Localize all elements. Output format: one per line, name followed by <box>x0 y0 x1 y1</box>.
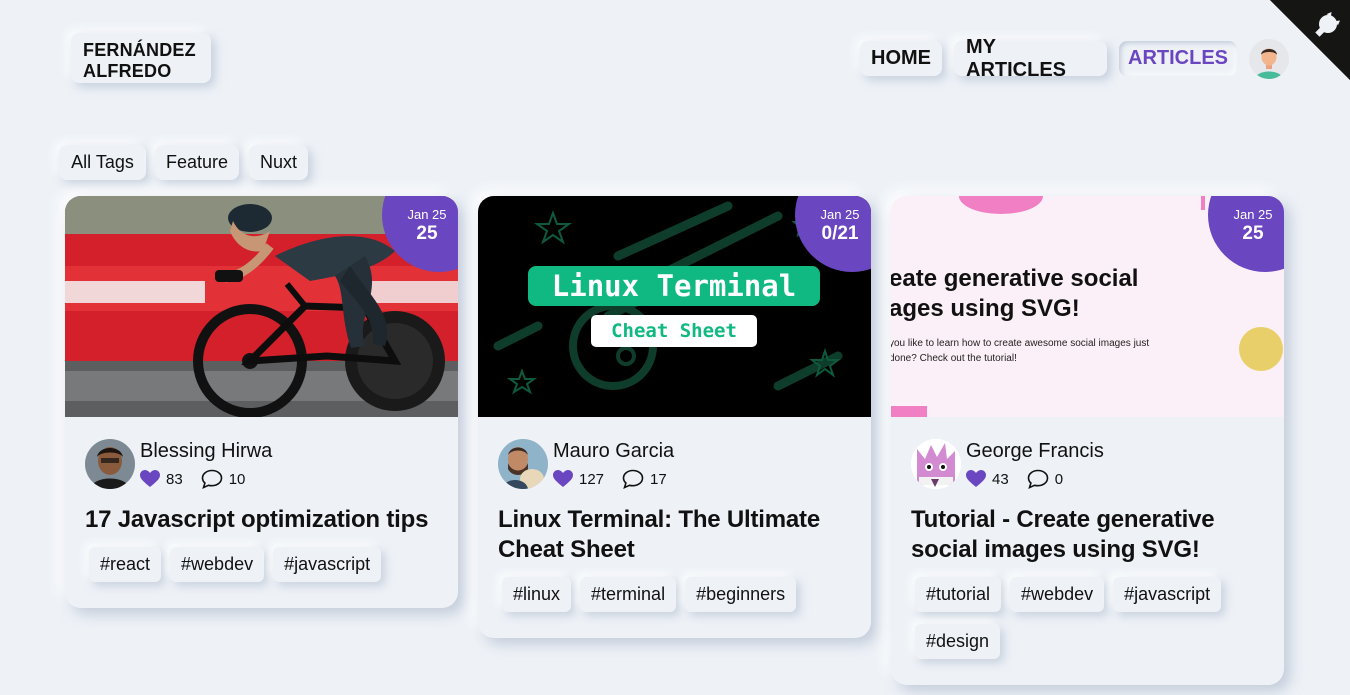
author-name[interactable]: Mauro Garcia <box>553 440 685 463</box>
comment-icon[interactable] <box>622 469 644 489</box>
article-title[interactable]: 17 Javascript optimization tips <box>85 505 438 535</box>
likes-count: 127 <box>579 470 605 488</box>
date-month: Jan 25 <box>820 207 860 222</box>
cover-title-line-2: ages using SVG! <box>891 295 1080 322</box>
article-title[interactable]: Tutorial - Create generative social imag… <box>911 505 1264 565</box>
article-tag[interactable]: #linux <box>502 577 572 612</box>
comments-count: 17 <box>650 470 667 488</box>
nav-articles[interactable]: ARTICLES <box>1119 41 1237 76</box>
likes-count: 43 <box>992 470 1009 488</box>
comment-icon[interactable] <box>201 469 223 489</box>
nav-my-articles[interactable]: MY ARTICLES <box>954 36 1107 81</box>
comments-count: 0 <box>1054 470 1064 488</box>
author-avatar[interactable] <box>498 439 548 489</box>
cover-text-line-1: you like to learn how to create awesome … <box>891 338 1150 349</box>
filter-nuxt[interactable]: Nuxt <box>249 145 308 180</box>
nav-home[interactable]: HOME <box>860 41 942 76</box>
comment-icon[interactable] <box>1027 469 1049 489</box>
date-day: 25 <box>1242 223 1264 244</box>
article-tag[interactable]: #webdev <box>1010 577 1105 612</box>
date-day: 25 <box>416 223 438 244</box>
article-tag[interactable]: #terminal <box>580 577 677 612</box>
cover-text-line-2: done? Check out the tutorial! <box>891 353 1017 364</box>
logo-line-1: FERNÁNDEZ <box>83 40 196 60</box>
heart-icon[interactable] <box>553 470 573 488</box>
site-logo[interactable]: FERNÁNDEZ ALFREDO <box>71 33 211 83</box>
author-photo <box>911 439 961 489</box>
date-day: 0/21 <box>821 223 859 244</box>
github-corner-link[interactable] <box>1270 0 1350 80</box>
author-photo <box>85 439 135 489</box>
author-photo <box>498 439 548 489</box>
article-card[interactable]: eate generative social ages using SVG! y… <box>891 196 1284 685</box>
article-tag[interactable]: #beginners <box>685 577 797 612</box>
cover-text: you like to learn how to create awesome … <box>891 336 1149 366</box>
article-cover-image[interactable]: eate generative social ages using SVG! y… <box>891 196 1284 417</box>
cover-subtitle: Cheat Sheet <box>611 320 737 342</box>
article-tag[interactable]: #tutorial <box>915 577 1002 612</box>
likes-count: 83 <box>166 470 183 488</box>
article-card[interactable]: Jan 25 25 Blessing Hirwa 83 10 17 Javasc… <box>65 196 458 608</box>
article-card[interactable]: Linux Terminal Cheat Sheet Jan 25 0/21 M… <box>478 196 871 638</box>
filter-all-tags[interactable]: All Tags <box>59 145 146 180</box>
date-month: Jan 25 <box>1233 207 1273 222</box>
author-name[interactable]: George Francis <box>966 440 1104 463</box>
article-tag[interactable]: #react <box>89 547 162 582</box>
cover-title: Linux Terminal <box>551 269 797 303</box>
logo-line-2: ALFREDO <box>83 61 172 81</box>
author-name[interactable]: Blessing Hirwa <box>140 440 272 463</box>
heart-icon[interactable] <box>966 470 986 488</box>
comments-count: 10 <box>228 470 246 488</box>
github-icon <box>1270 0 1350 80</box>
article-tag[interactable]: #webdev <box>170 547 265 582</box>
filter-feature[interactable]: Feature <box>155 145 239 180</box>
article-tag[interactable]: #design <box>915 624 1001 659</box>
article-cover-image[interactable]: Linux Terminal Cheat Sheet Jan 25 0/21 <box>478 196 871 417</box>
author-avatar[interactable] <box>911 439 961 489</box>
cover-title-line-1: eate generative social <box>891 265 1139 292</box>
article-title[interactable]: Linux Terminal: The Ultimate Cheat Sheet <box>498 505 851 565</box>
article-tag[interactable]: #javascript <box>1113 577 1222 612</box>
article-cover-image[interactable]: Jan 25 25 <box>65 196 458 417</box>
article-tag[interactable]: #javascript <box>273 547 382 582</box>
date-month: Jan 25 <box>407 207 447 222</box>
author-avatar[interactable] <box>85 439 135 489</box>
heart-icon[interactable] <box>140 470 160 488</box>
cover-title: eate generative social ages using SVG! <box>891 264 1138 324</box>
